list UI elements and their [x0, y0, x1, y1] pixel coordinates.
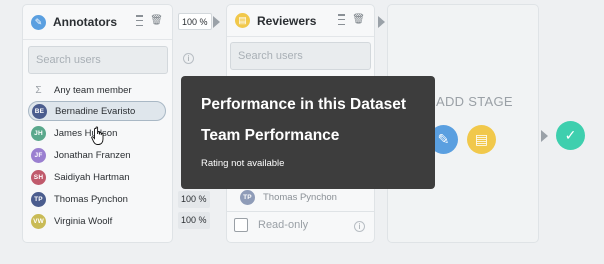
hand-cursor-icon [91, 126, 104, 145]
reviewers-search-input[interactable] [230, 42, 371, 70]
add-stage-label: ADD STAGE [436, 94, 513, 109]
performance-tooltip: Performance in this Dataset Team Perform… [181, 76, 435, 189]
user-row-virginia-woolf[interactable]: VW Virginia Woolf [28, 211, 166, 231]
user-name: James Hudson [54, 127, 118, 139]
annotators-percentage[interactable]: 100 % [178, 13, 212, 30]
annotators-search-input[interactable] [28, 46, 168, 74]
avatar: VW [31, 213, 46, 229]
user-name: Thomas Pynchon [54, 193, 128, 205]
user-row-thomas-pynchon[interactable]: TP Thomas Pynchon [28, 189, 166, 209]
annotators-title: Annotators [53, 15, 117, 29]
flow-arrow-icon [541, 130, 548, 142]
any-team-member-option[interactable]: Σ Any team member [28, 80, 166, 100]
user-name: Thomas Pynchon [263, 191, 337, 203]
reviewers-header: ▤ Reviewers 🗑 [227, 5, 374, 37]
sigma-icon: Σ [35, 84, 42, 96]
tooltip-rating-note: Rating not available [201, 158, 285, 169]
user-row-bernadine-evaristo[interactable]: BE Bernadine Evaristo [28, 101, 166, 121]
readonly-divider [227, 211, 374, 212]
drag-handle-icon[interactable] [136, 15, 144, 26]
any-team-member-label: Any team member [54, 84, 132, 96]
user-percentage[interactable]: 100 % [178, 191, 210, 208]
avatar: TP [31, 191, 46, 207]
clipboard-icon[interactable]: ▤ [467, 125, 496, 154]
user-name: Jonathan Franzen [54, 149, 131, 161]
info-icon[interactable]: i [354, 221, 365, 232]
check-icon[interactable]: ✓ [556, 121, 585, 150]
user-row-thomas-pynchon[interactable]: TP Thomas Pynchon [237, 187, 367, 207]
annotators-panel: ✎ Annotators 🗑 Σ Any team member BE Bern… [22, 4, 173, 243]
flow-arrow-icon [378, 16, 385, 28]
avatar: JH [31, 125, 46, 141]
user-name: Virginia Woolf [54, 215, 113, 227]
user-row-saidiyah-hartman[interactable]: SH Saidiyah Hartman [28, 167, 166, 187]
avatar: TP [240, 189, 255, 205]
avatar: SH [31, 169, 46, 185]
trash-icon[interactable]: 🗑 [150, 15, 163, 26]
user-percentage[interactable]: 100 % [178, 212, 210, 229]
annotators-header: ✎ Annotators 🗑 [23, 5, 172, 40]
tooltip-heading-dataset: Performance in this Dataset [201, 96, 407, 113]
info-icon[interactable]: i [183, 53, 194, 64]
drag-handle-icon[interactable] [338, 14, 346, 25]
readonly-label: Read-only [258, 219, 309, 231]
readonly-checkbox[interactable] [234, 218, 248, 232]
avatar: BE [32, 103, 47, 119]
user-name: Saidiyah Hartman [54, 171, 130, 183]
reviewers-title: Reviewers [257, 13, 317, 28]
pencil-icon: ✎ [31, 14, 46, 30]
user-name: Bernadine Evaristo [55, 105, 136, 117]
avatar: JF [31, 147, 46, 163]
tooltip-heading-team: Team Performance [201, 127, 340, 144]
clipboard-icon: ▤ [235, 13, 250, 28]
flow-arrow-icon [213, 16, 220, 28]
user-row-jonathan-franzen[interactable]: JF Jonathan Franzen [28, 145, 166, 165]
trash-icon[interactable]: 🗑 [352, 14, 365, 25]
